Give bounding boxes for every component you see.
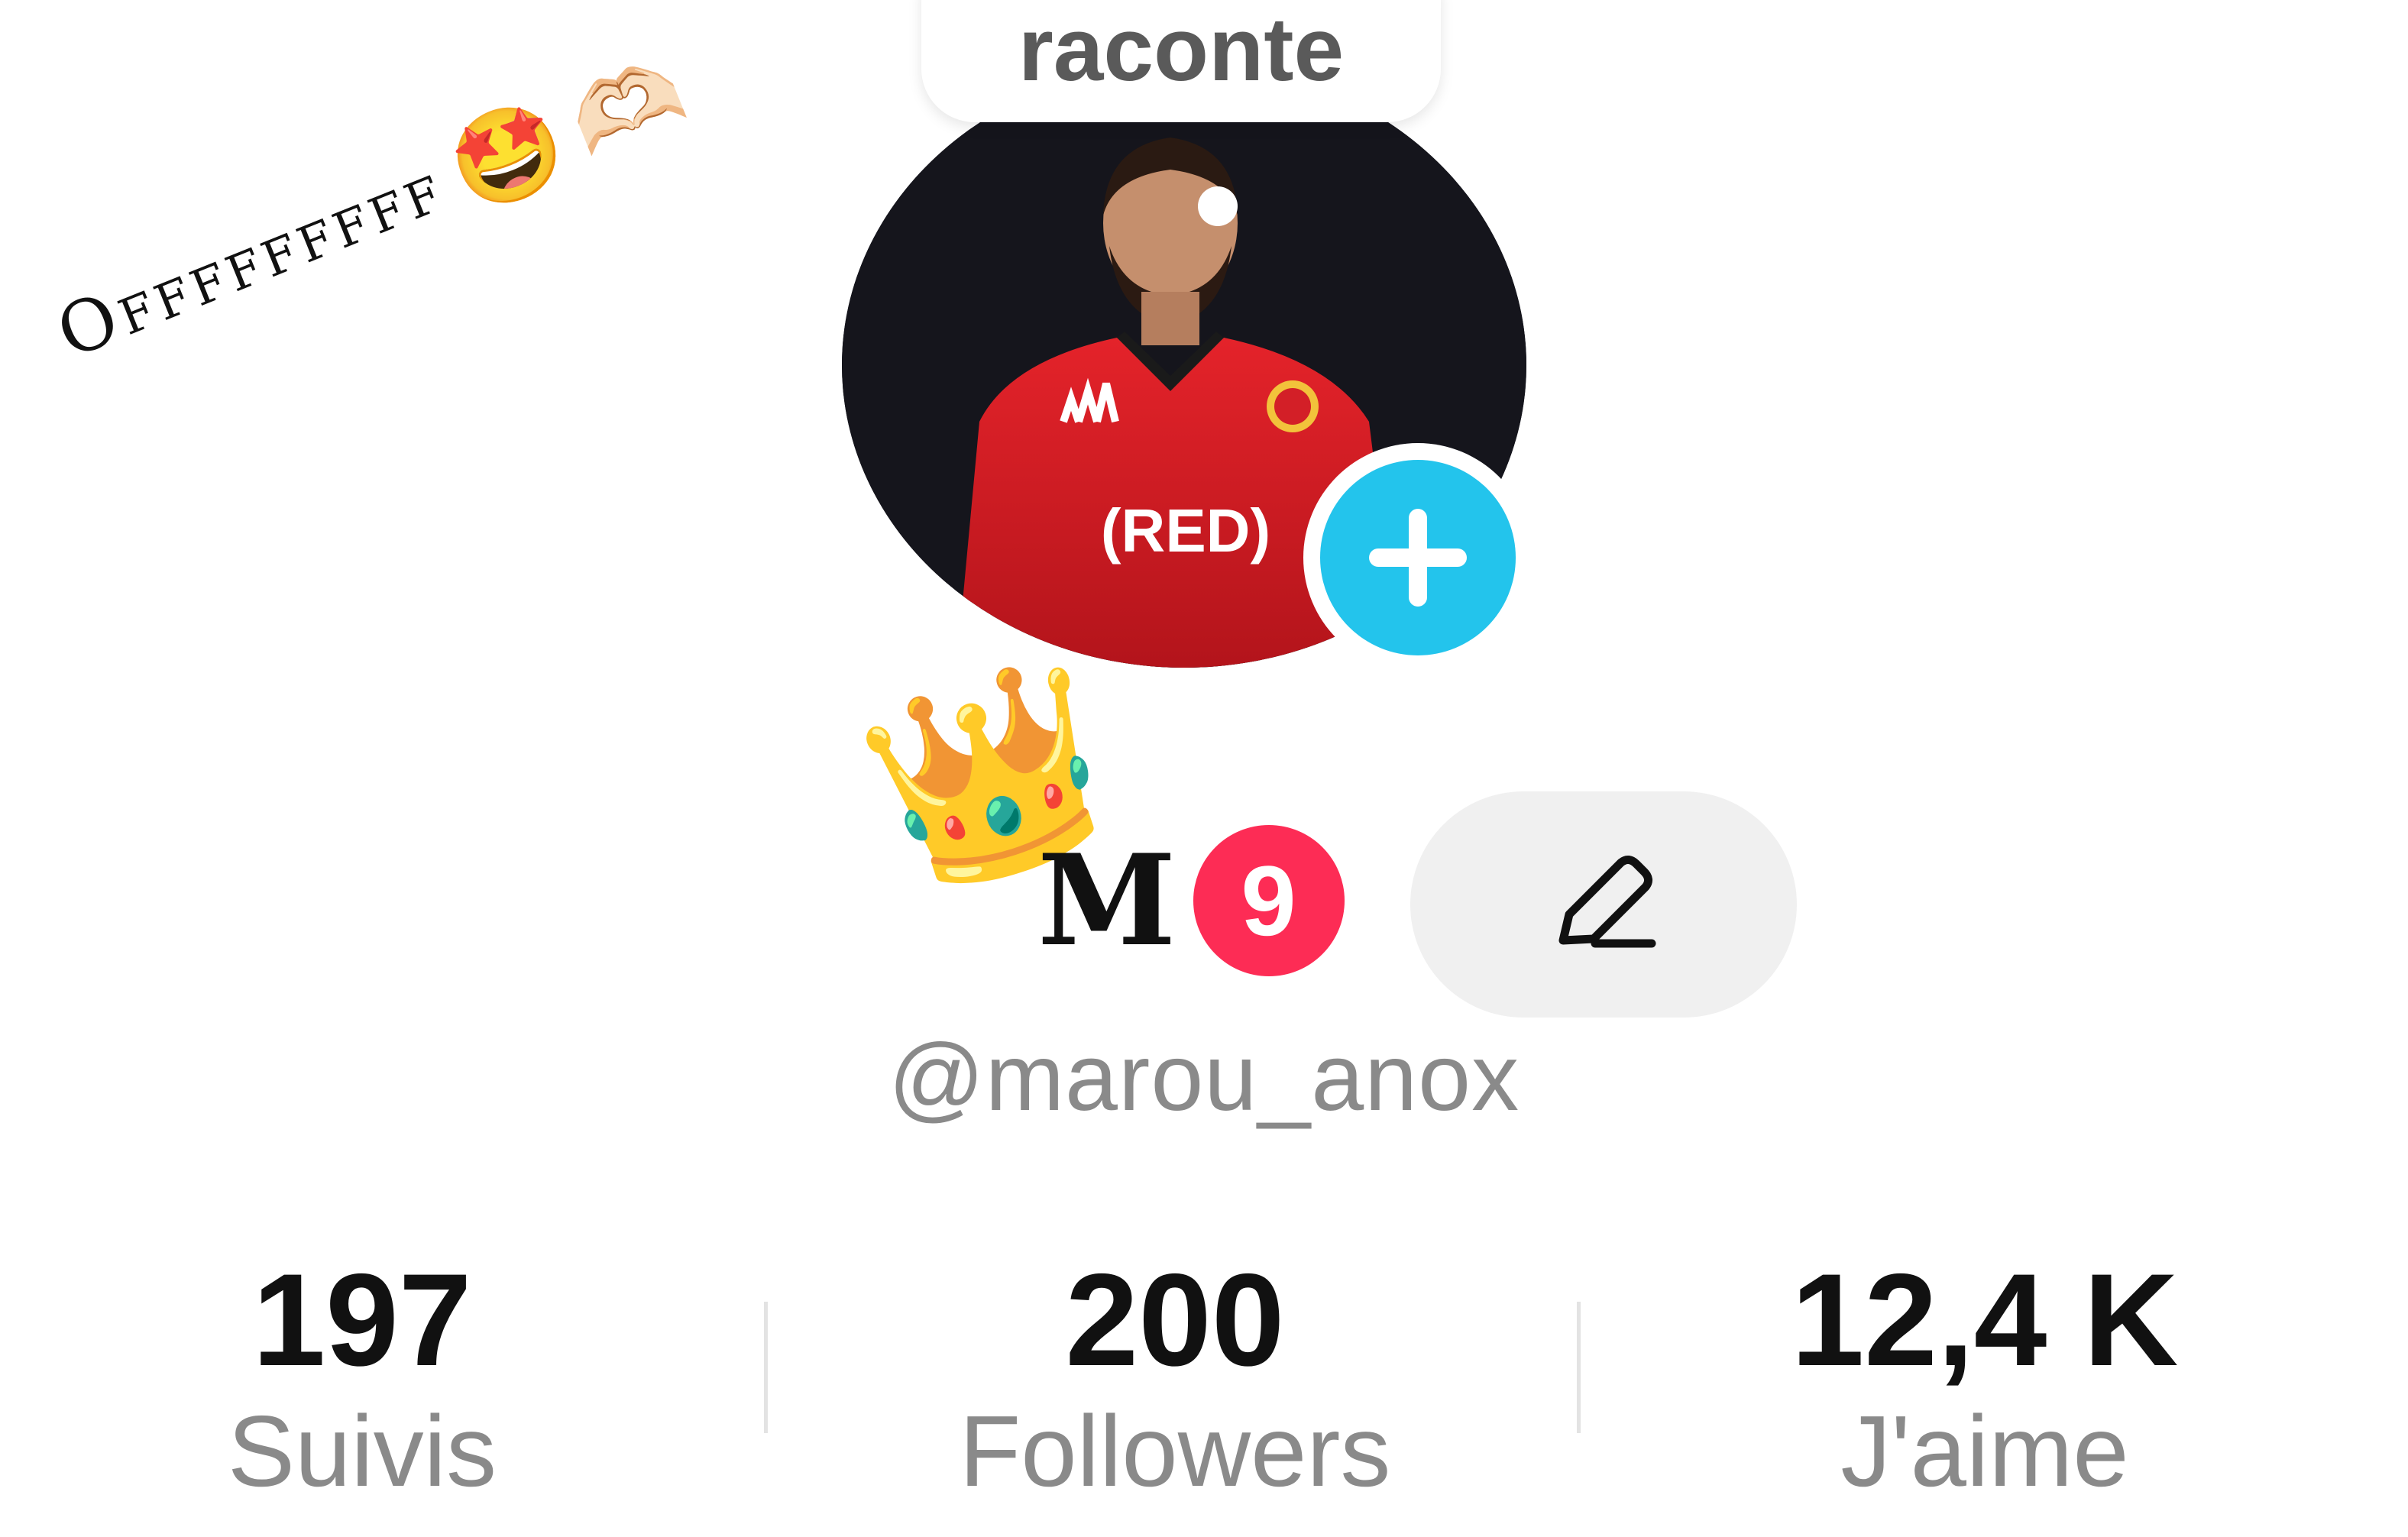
- plus-icon: [1369, 509, 1467, 607]
- stat-divider: [764, 1302, 768, 1433]
- bubble-text: raconte: [1018, 0, 1345, 100]
- stat-followers[interactable]: 200 Followers: [908, 1238, 1442, 1502]
- stat-value: 200: [1065, 1247, 1285, 1393]
- name-badge: 9: [1193, 825, 1345, 976]
- pencil-icon: [1558, 856, 1656, 948]
- stat-label: Followers: [959, 1395, 1391, 1507]
- story-bubble[interactable]: raconte: [921, 0, 1441, 122]
- add-story-circle: [1320, 460, 1516, 655]
- profile-screen: Offfffffff 🤩 🫶🏻 (RED) raconte 👑 M 9 @mar…: [0, 0, 2408, 1537]
- stat-following[interactable]: 197 Suivis: [95, 1238, 630, 1502]
- profile-stats: 197 Suivis 200 Followers 12,4 K J'aime: [0, 1238, 2408, 1513]
- overlay-caption: Offfffffff 🤩 🫶🏻: [44, 38, 700, 379]
- stat-divider: [1577, 1302, 1581, 1433]
- stat-label: J'aime: [1840, 1395, 2129, 1507]
- stat-label: Suivis: [227, 1395, 497, 1507]
- edit-profile-button[interactable]: [1410, 791, 1797, 1018]
- stat-likes[interactable]: 12,4 K J'aime: [1717, 1238, 2252, 1502]
- stat-value: 12,4 K: [1791, 1247, 2179, 1393]
- display-name: M 9: [1037, 825, 1345, 976]
- stat-value: 197: [252, 1247, 472, 1393]
- heart-hands-emoji: 🫶🏻: [555, 38, 700, 176]
- add-story-button[interactable]: [1303, 443, 1533, 672]
- name-initial: M: [1037, 827, 1176, 974]
- caption-text: Offfffffff: [45, 144, 456, 374]
- star-struck-emoji: 🤩: [435, 86, 580, 225]
- bubble-tail-dot: [1198, 186, 1238, 226]
- profile-handle: @marou_anox: [888, 1025, 1520, 1131]
- shirt-text: (RED): [1101, 497, 1270, 565]
